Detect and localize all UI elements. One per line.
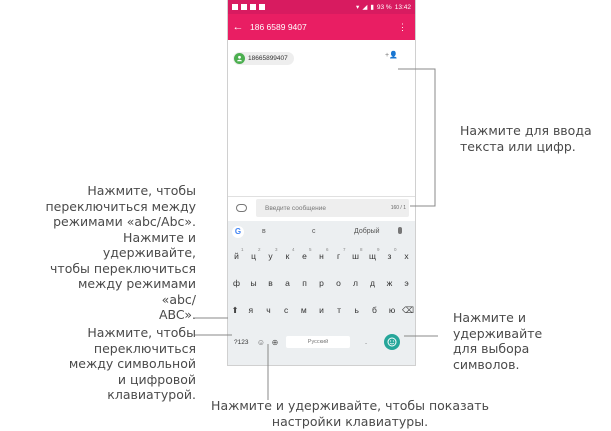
callout-line-text-input	[398, 68, 436, 207]
callout-symbols: Нажмите, чтобы переключиться между симво…	[68, 325, 196, 402]
callout-shift: Нажмите, чтобы переключиться между режим…	[45, 183, 197, 322]
callout-text-input: Нажмите для ввода текста или цифр.	[460, 123, 592, 154]
callout-emoji: Нажмите и удерживайте для выбора символо…	[453, 310, 543, 372]
callout-settings: Нажмите и удерживайте, чтобы показать на…	[211, 398, 489, 429]
